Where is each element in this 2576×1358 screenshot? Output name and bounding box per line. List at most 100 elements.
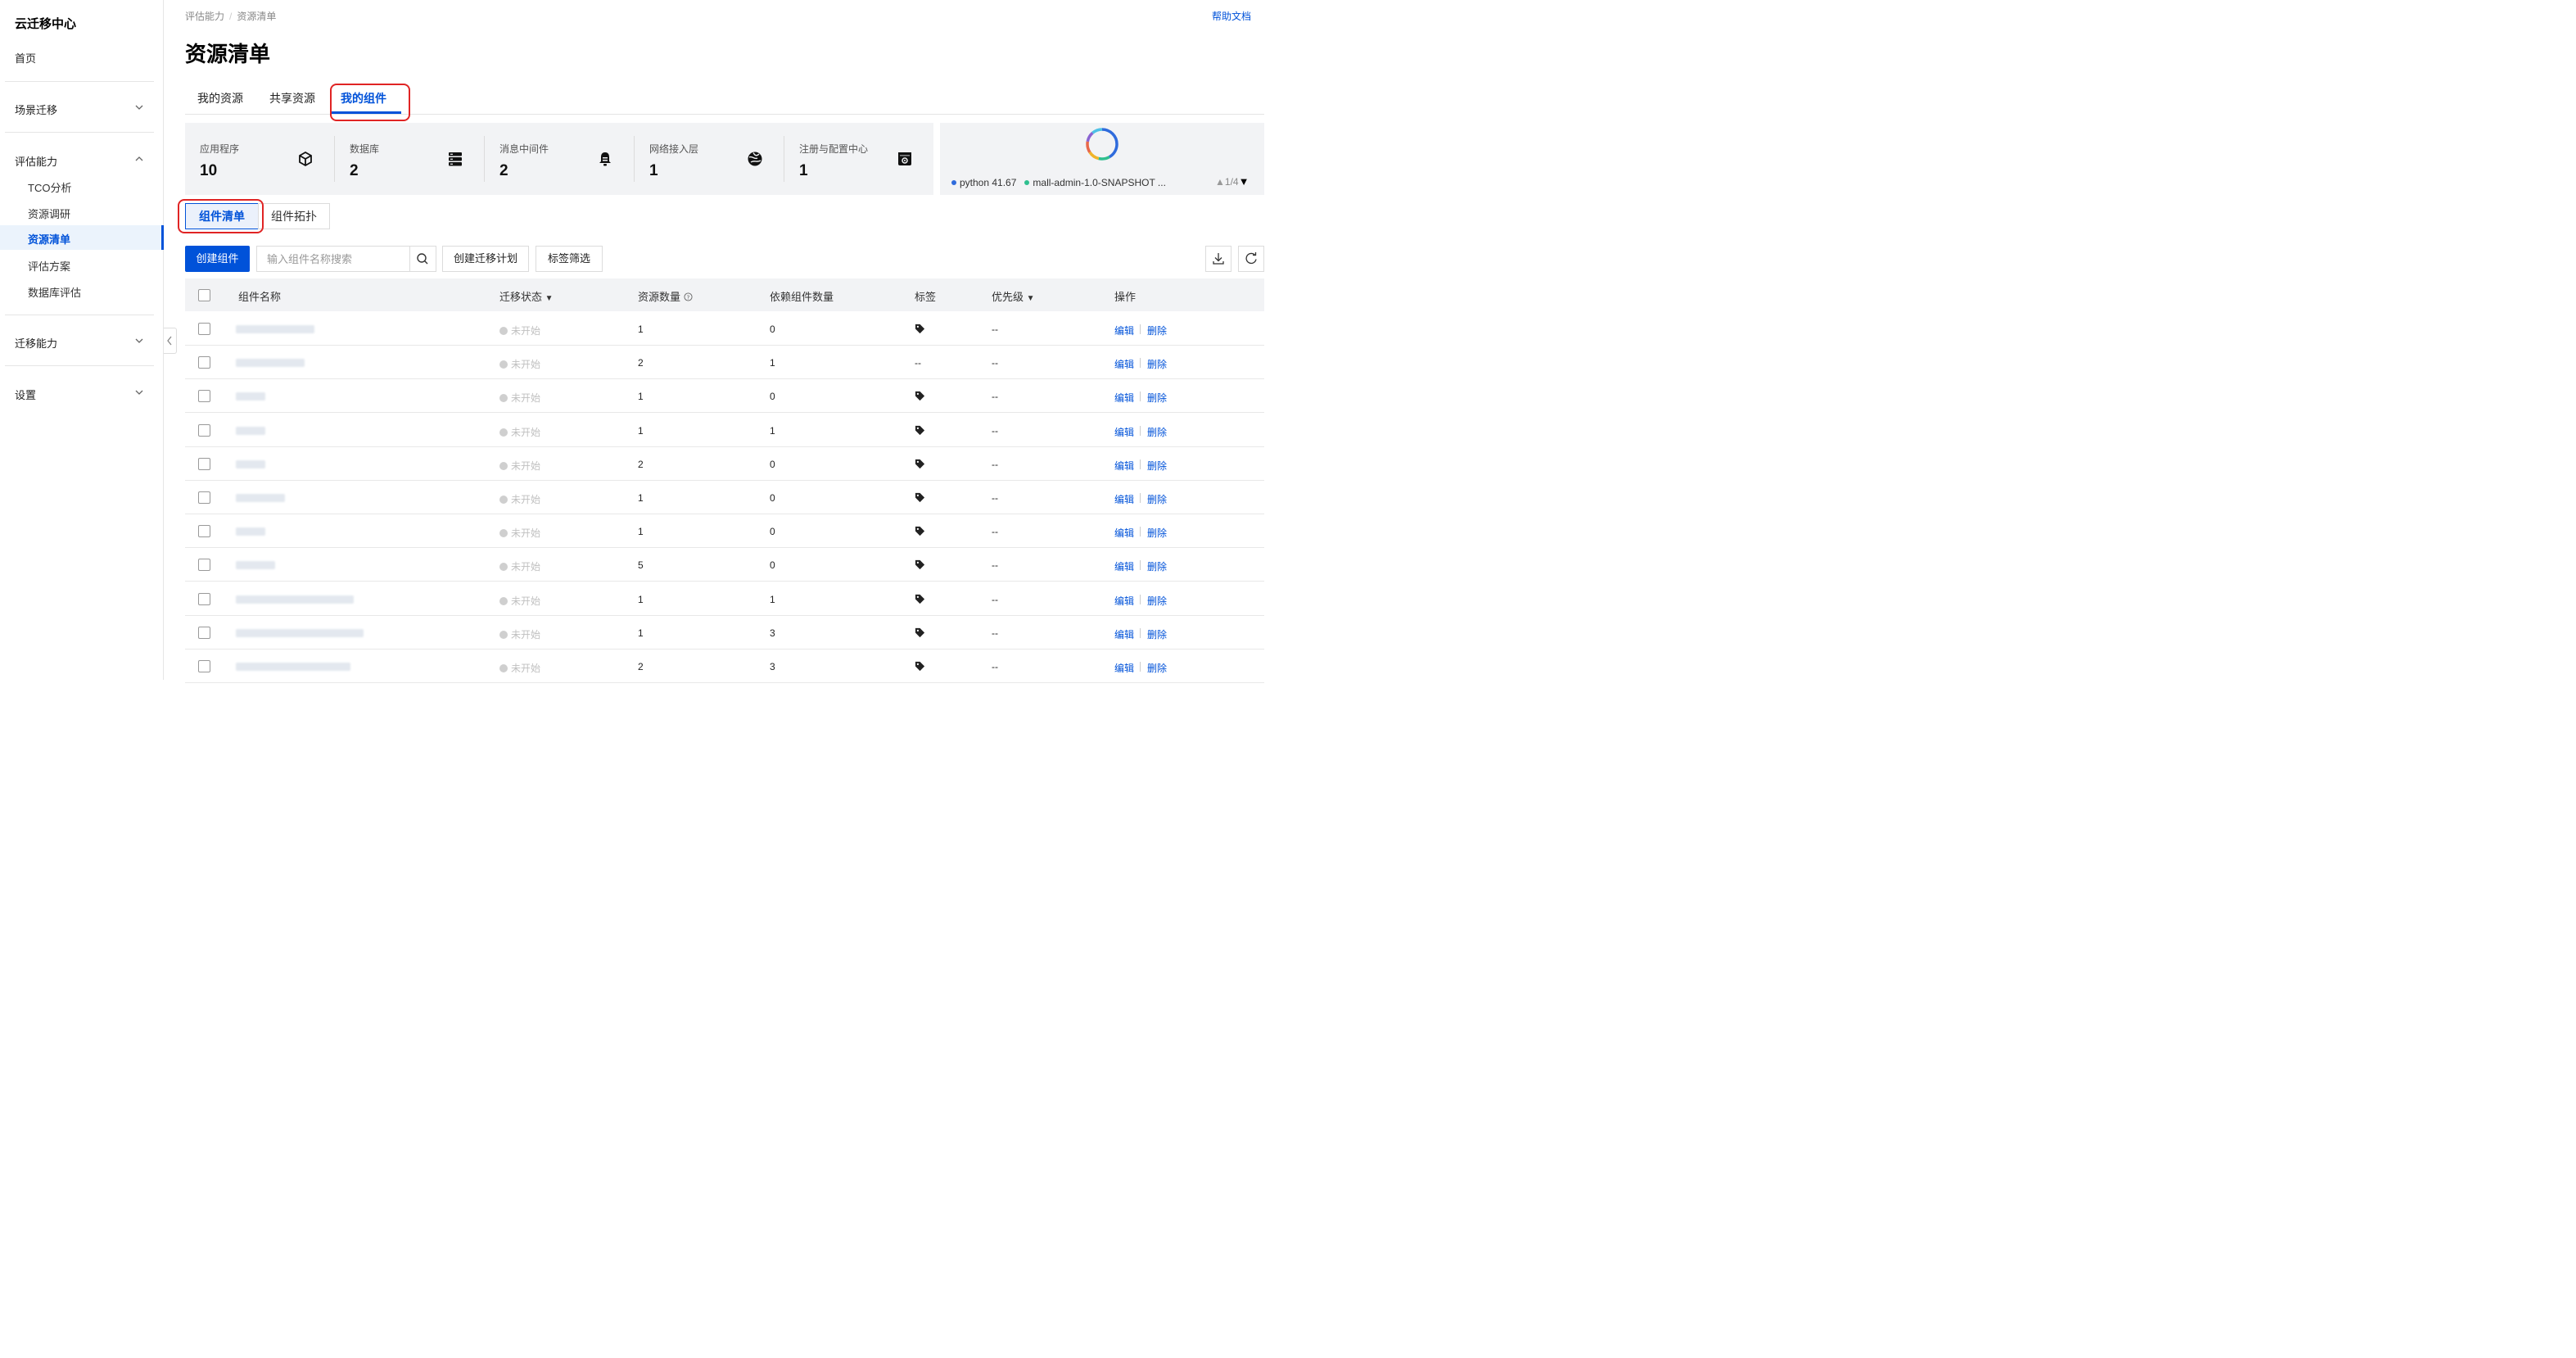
- row-checkbox[interactable]: [198, 323, 210, 335]
- select-all-checkbox[interactable]: [198, 289, 210, 301]
- tag-icon[interactable]: [915, 594, 925, 604]
- component-name-redacted[interactable]: [236, 494, 285, 502]
- download-button[interactable]: [1205, 246, 1232, 272]
- sidebar-group-scene-migration[interactable]: 场景迁移: [15, 102, 57, 117]
- legend-prev-button[interactable]: ▲: [1215, 176, 1225, 188]
- tag-icon[interactable]: [915, 627, 925, 638]
- table-row[interactable]: 未开始 5 0 -- 编辑 删除: [185, 548, 1264, 582]
- chevron-down-icon[interactable]: [134, 387, 144, 397]
- sidebar-item-tco[interactable]: TCO分析: [28, 179, 71, 195]
- delete-link[interactable]: 删除: [1147, 594, 1167, 608]
- tag-icon[interactable]: [915, 492, 925, 503]
- row-checkbox[interactable]: [198, 423, 210, 437]
- delete-link[interactable]: 删除: [1147, 357, 1167, 371]
- sidebar-group-assessment[interactable]: 评估能力: [15, 153, 57, 169]
- chevron-down-icon[interactable]: [134, 102, 144, 112]
- component-name-redacted[interactable]: [236, 325, 314, 333]
- row-checkbox[interactable]: [198, 660, 210, 672]
- row-checkbox[interactable]: [198, 626, 210, 639]
- tag-icon[interactable]: [915, 324, 925, 334]
- table-row[interactable]: 未开始 1 1 -- 编辑 删除: [185, 414, 1264, 447]
- component-name-redacted[interactable]: [236, 527, 265, 536]
- sidebar-group-settings[interactable]: 设置: [15, 387, 36, 402]
- edit-link[interactable]: 编辑: [1114, 661, 1134, 675]
- tab-shared-resources[interactable]: 共享资源: [269, 90, 315, 106]
- component-name-redacted[interactable]: [236, 663, 350, 671]
- create-component-button[interactable]: 创建组件: [185, 246, 250, 272]
- subtab-component-topology[interactable]: 组件拓扑: [258, 203, 330, 229]
- row-checkbox[interactable]: [198, 592, 210, 605]
- legend-next-button[interactable]: ▼: [1239, 175, 1250, 188]
- create-migration-plan-button[interactable]: 创建迁移计划: [442, 246, 529, 272]
- row-checkbox[interactable]: [198, 491, 210, 504]
- table-row[interactable]: 未开始 2 1 -- -- 编辑 删除: [185, 346, 1264, 380]
- tag-icon[interactable]: [915, 661, 925, 672]
- sidebar-collapse-button[interactable]: [164, 328, 177, 354]
- component-name-redacted[interactable]: [236, 426, 265, 435]
- delete-link[interactable]: 删除: [1147, 492, 1167, 506]
- chevron-down-icon[interactable]: [134, 336, 144, 346]
- sidebar-item-resource-survey[interactable]: 资源调研: [28, 206, 70, 221]
- delete-link[interactable]: 删除: [1147, 425, 1167, 439]
- delete-link[interactable]: 删除: [1147, 459, 1167, 473]
- sidebar-group-migration[interactable]: 迁移能力: [15, 335, 57, 351]
- row-checkbox[interactable]: [198, 356, 210, 369]
- row-checkbox[interactable]: [198, 457, 210, 470]
- row-checkbox[interactable]: [198, 559, 210, 572]
- row-checkbox[interactable]: [198, 525, 210, 538]
- delete-link[interactable]: 删除: [1147, 661, 1167, 675]
- component-name-redacted[interactable]: [236, 459, 265, 469]
- edit-link[interactable]: 编辑: [1114, 526, 1134, 540]
- edit-link[interactable]: 编辑: [1114, 324, 1134, 337]
- column-header-status[interactable]: 迁移状态 ▼: [499, 288, 554, 304]
- table-row[interactable]: 未开始 2 0 -- 编辑 删除: [185, 447, 1264, 481]
- table-row[interactable]: 未开始 1 0 -- 编辑 删除: [185, 312, 1264, 346]
- tag-icon[interactable]: [915, 526, 925, 536]
- table-row[interactable]: 未开始 1 0 -- 编辑 删除: [185, 514, 1264, 549]
- sort-caret-icon[interactable]: ▼: [1027, 294, 1035, 303]
- table-row[interactable]: 未开始 1 0 -- 编辑 删除: [185, 379, 1264, 414]
- delete-link[interactable]: 删除: [1147, 391, 1167, 405]
- tag-icon[interactable]: [915, 459, 925, 469]
- component-name-redacted[interactable]: [236, 595, 354, 604]
- tag-icon[interactable]: [915, 559, 925, 570]
- sidebar-item-home[interactable]: 首页: [15, 50, 36, 66]
- tab-my-resources[interactable]: 我的资源: [197, 90, 243, 106]
- table-row[interactable]: 未开始 1 0 -- 编辑 删除: [185, 481, 1264, 514]
- delete-link[interactable]: 删除: [1147, 324, 1167, 337]
- component-name-redacted[interactable]: [236, 561, 275, 570]
- sidebar-item-assessment-plan[interactable]: 评估方案: [28, 258, 70, 274]
- search-button[interactable]: [409, 247, 436, 271]
- sort-caret-icon[interactable]: ▼: [545, 294, 554, 303]
- tag-filter-button[interactable]: 标签筛选: [536, 246, 603, 272]
- help-circle-icon[interactable]: ?: [684, 292, 693, 301]
- table-row[interactable]: 未开始 2 3 -- 编辑 删除: [185, 650, 1264, 683]
- edit-link[interactable]: 编辑: [1114, 357, 1134, 371]
- row-checkbox[interactable]: [198, 390, 210, 403]
- delete-link[interactable]: 删除: [1147, 627, 1167, 641]
- help-docs-link[interactable]: 帮助文档: [1212, 9, 1251, 23]
- table-row[interactable]: 未开始 1 1 -- 编辑 删除: [185, 582, 1264, 616]
- delete-link[interactable]: 删除: [1147, 559, 1167, 573]
- component-name-redacted[interactable]: [236, 628, 364, 637]
- edit-link[interactable]: 编辑: [1114, 459, 1134, 473]
- sidebar-item-database-assessment[interactable]: 数据库评估: [28, 284, 81, 300]
- table-row[interactable]: 未开始 1 3 -- 编辑 删除: [185, 616, 1264, 650]
- component-name-redacted[interactable]: [236, 392, 265, 401]
- search-input[interactable]: [257, 247, 409, 271]
- edit-link[interactable]: 编辑: [1114, 425, 1134, 439]
- edit-link[interactable]: 编辑: [1114, 594, 1134, 608]
- edit-link[interactable]: 编辑: [1114, 627, 1134, 641]
- breadcrumb-item[interactable]: 评估能力: [185, 11, 224, 22]
- chevron-up-icon[interactable]: [134, 154, 144, 164]
- refresh-button[interactable]: [1238, 246, 1264, 272]
- column-header-priority[interactable]: 优先级 ▼: [992, 288, 1035, 304]
- edit-link[interactable]: 编辑: [1114, 492, 1134, 506]
- edit-link[interactable]: 编辑: [1114, 391, 1134, 405]
- tag-icon[interactable]: [915, 391, 925, 401]
- sidebar-item-resource-list[interactable]: 资源清单: [0, 225, 164, 250]
- component-name-redacted[interactable]: [236, 359, 305, 368]
- delete-link[interactable]: 删除: [1147, 526, 1167, 540]
- tag-icon[interactable]: [915, 425, 925, 436]
- edit-link[interactable]: 编辑: [1114, 559, 1134, 573]
